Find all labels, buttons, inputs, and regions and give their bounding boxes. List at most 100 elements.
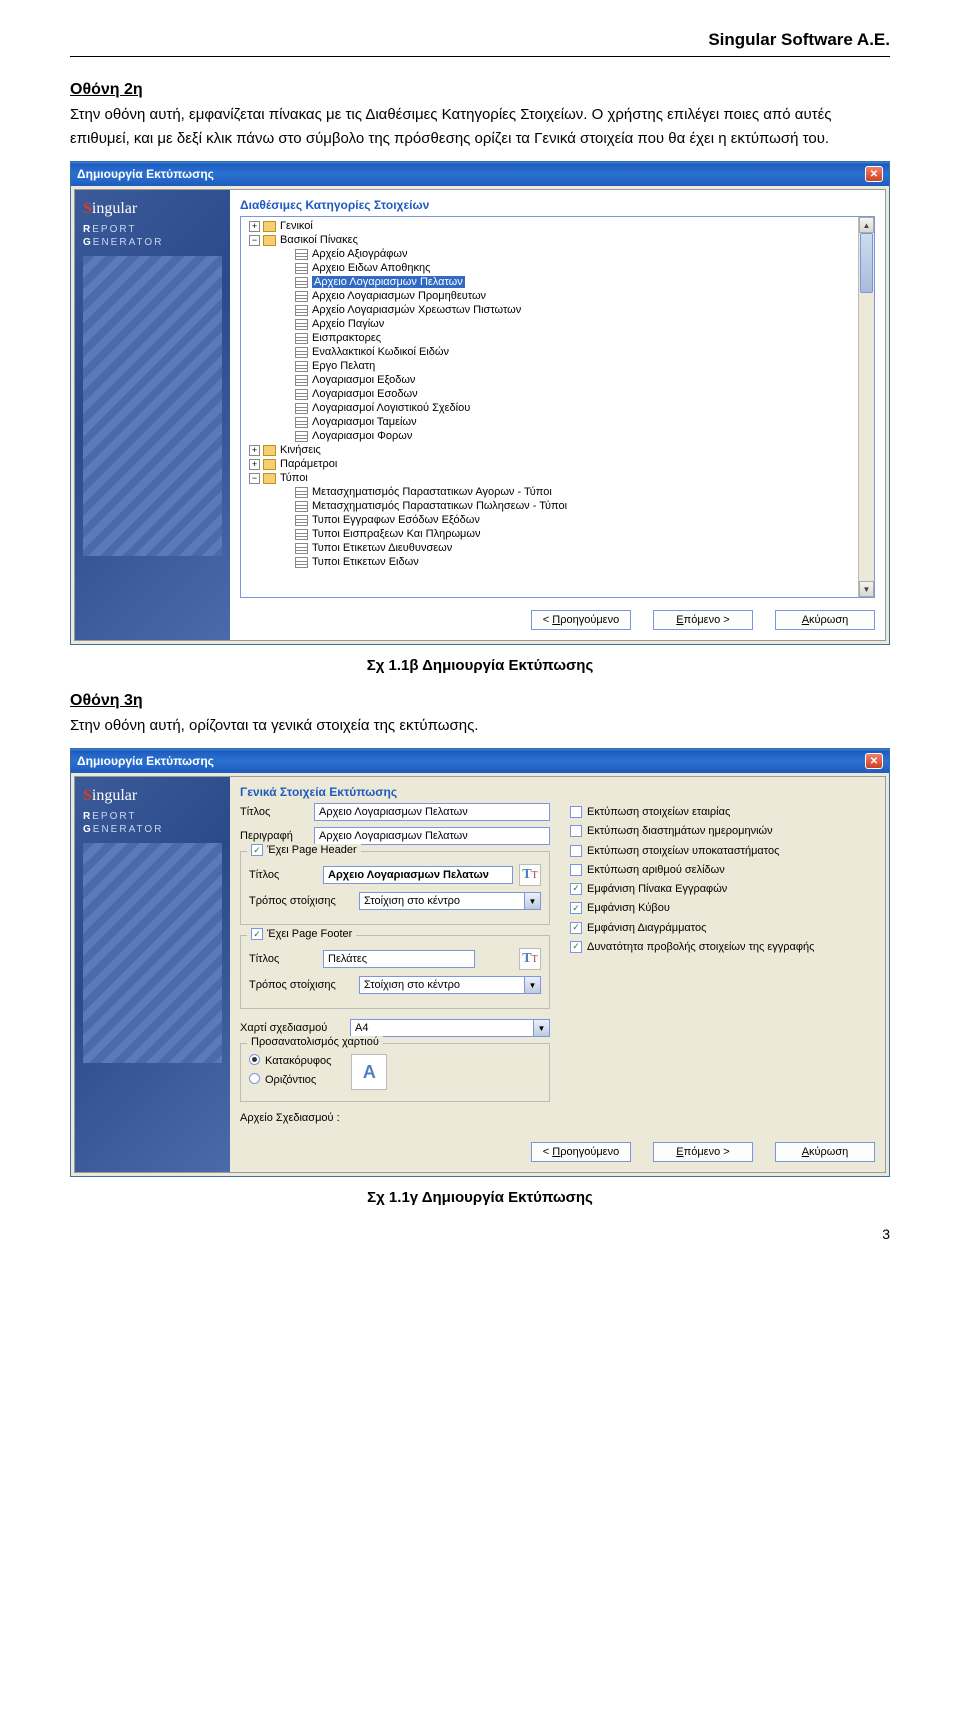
tree-node[interactable]: Λογαριασμοι Εξοδων [241, 373, 858, 387]
page-header-fieldset: ✓Έχει Page Header Τίτλος TT Τρόπος στοίχ… [240, 851, 550, 925]
checkbox[interactable] [570, 864, 582, 876]
folder-icon [263, 235, 276, 246]
tree-node[interactable]: Λογαριασμοι Φορων [241, 429, 858, 443]
tree-node[interactable]: Εναλλακτικοί Κωδικοί Ειδών [241, 345, 858, 359]
tree-node[interactable]: Λογαριασμοί Λογιστικού Σχεδίου [241, 401, 858, 415]
collapse-icon[interactable]: − [249, 235, 260, 246]
tree-node[interactable]: Αρχείο Παγίων [241, 317, 858, 331]
checkbox[interactable]: ✓ [570, 922, 582, 934]
form-heading: Γενικά Στοιχεία Εκτύπωσης [240, 785, 875, 799]
sidebar-graphic [83, 843, 222, 1063]
scrollbar[interactable]: ▲ ▼ [858, 217, 874, 597]
option-row: Εκτύπωση στοιχείων εταιρίας [570, 805, 875, 819]
tree-node[interactable]: Τυποι Εισπραξεων Και Πληρωμων [241, 527, 858, 541]
portrait-radio[interactable] [249, 1054, 260, 1065]
tree-node[interactable]: +Γενικοί [241, 219, 858, 233]
categories-tree[interactable]: +Γενικοί−Βασικοί ΠίνακεςΑρχείο Αξιογράφω… [241, 217, 858, 597]
tree-node[interactable]: Αρχειο Ειδων Αποθηκης [241, 261, 858, 275]
checkbox[interactable] [570, 806, 582, 818]
close-icon[interactable]: ✕ [865, 753, 883, 769]
portrait-label: Κατακόρυφος [265, 1054, 331, 1068]
table-icon [295, 277, 308, 288]
label-description: Περιγραφή [240, 830, 314, 842]
option-row: ✓Εμφάνιση Κύβου [570, 901, 875, 915]
collapse-icon[interactable]: − [249, 473, 260, 484]
tree-node[interactable]: Μετασχηματισμός Παραστατικων Αγορων - Τύ… [241, 485, 858, 499]
tree-node[interactable]: Εργο Πελατη [241, 359, 858, 373]
has-header-checkbox[interactable]: ✓ [251, 844, 263, 856]
landscape-radio[interactable] [249, 1073, 260, 1084]
footer-title-input[interactable] [323, 950, 475, 968]
tree-node-label: Αρχείο Παγίων [312, 318, 384, 330]
checkbox[interactable]: ✓ [570, 902, 582, 914]
has-footer-checkbox[interactable]: ✓ [251, 928, 263, 940]
tree-node[interactable]: −Βασικοί Πίνακες [241, 233, 858, 247]
chevron-down-icon[interactable]: ▼ [525, 976, 541, 994]
option-row: ✓Δυνατότητα προβολής στοιχείων της εγγρα… [570, 940, 875, 954]
tree-node[interactable]: Λογαριασμοι Ταμείων [241, 415, 858, 429]
tree-node[interactable]: Τυποι Ετικετων Ειδων [241, 555, 858, 569]
header-align-combo[interactable] [359, 892, 525, 910]
option-row: ✓ Εμφάνιση Πίνακα Εγγραφών [570, 882, 875, 896]
checkbox[interactable]: ✓ [570, 883, 582, 895]
tree-node-label: Εναλλακτικοί Κωδικοί Ειδών [312, 346, 449, 358]
chevron-down-icon[interactable]: ▼ [534, 1019, 550, 1037]
tree-node[interactable]: + Παράμετροι [241, 457, 858, 471]
cancel-button[interactable]: Ακύρωση [775, 610, 875, 630]
cancel-button[interactable]: Ακύρωση [775, 1142, 875, 1162]
has-footer-label: Έχει Page Footer [267, 928, 352, 940]
font-button[interactable]: TT [519, 864, 541, 886]
expand-icon[interactable]: + [249, 459, 260, 470]
tree-node[interactable]: Αρχείο Λογαριασμών Χρεωστων Πιστωτων [241, 303, 858, 317]
tree-node[interactable]: Εισπρακτορες [241, 331, 858, 345]
tree-node-label: Αρχείο Αξιογράφων [312, 248, 407, 260]
scroll-up-icon[interactable]: ▲ [859, 217, 874, 233]
figure-caption-2: Σχ 1.1γ Δημιουργία Εκτύπωσης [70, 1189, 890, 1206]
tree-node-label: Παράμετροι [280, 458, 337, 470]
tree-node[interactable]: Αρχειο Λογαριασμων Πελατων [241, 275, 858, 289]
checkbox[interactable]: ✓ [570, 941, 582, 953]
table-icon [295, 543, 308, 554]
description-input[interactable] [314, 827, 550, 845]
tree-node-label: Αρχειο Λογαριασμων Προμηθευτων [312, 290, 486, 302]
folder-icon [263, 473, 276, 484]
next-button[interactable]: Επόμενο > [653, 1142, 753, 1162]
title-input[interactable] [314, 803, 550, 821]
chevron-down-icon[interactable]: ▼ [525, 892, 541, 910]
tree-node[interactable]: Μετασχηματισμός Παραστατικων Πωλησεων - … [241, 499, 858, 513]
label-align: Τρόπος στοίχισης [249, 979, 359, 991]
tree-node[interactable]: Αρχειο Λογαριασμων Προμηθευτων [241, 289, 858, 303]
folder-icon [263, 459, 276, 470]
prev-button[interactable]: < Προηγούμενο [531, 610, 631, 630]
tree-node[interactable]: −Τύποι [241, 471, 858, 485]
section2-para: Στην οθόνη αυτή, εμφανίζεται πίνακας με … [70, 103, 890, 151]
scroll-thumb[interactable] [860, 233, 873, 293]
paper-combo[interactable] [350, 1019, 534, 1037]
tree-node[interactable]: Τυποι Ετικετων Διευθυνσεων [241, 541, 858, 555]
footer-align-combo[interactable] [359, 976, 525, 994]
checkbox-label: Εκτύπωση αριθμού σελίδων [587, 863, 725, 877]
checkbox-label: Εμφάνιση Διαγράμματος [587, 921, 706, 935]
table-icon [295, 333, 308, 344]
tree-node[interactable]: Λογαριασμοι Εσοδων [241, 387, 858, 401]
expand-icon[interactable]: + [249, 445, 260, 456]
expand-icon[interactable]: + [249, 221, 260, 232]
tree-node[interactable]: +Κινήσεις [241, 443, 858, 457]
header-title-input[interactable] [323, 866, 513, 884]
checkbox[interactable] [570, 825, 582, 837]
tree-node-label: Εισπρακτορες [312, 332, 381, 344]
tree-node[interactable]: Τυποι Εγγραφων Εσόδων Εξόδων [241, 513, 858, 527]
close-icon[interactable]: ✕ [865, 166, 883, 182]
font-button[interactable]: TT [519, 948, 541, 970]
tree-node[interactable]: Αρχείο Αξιογράφων [241, 247, 858, 261]
checkbox-label: Εμφάνιση Πίνακα Εγγραφών [587, 882, 727, 896]
brand-sub1: REPORT [83, 811, 222, 822]
option-row: Εκτύπωση στοιχείων υποκαταστήματος [570, 844, 875, 858]
prev-button[interactable]: < Προηγούμενο [531, 1142, 631, 1162]
checkbox[interactable] [570, 845, 582, 857]
label-header-title: Τίτλος [249, 869, 323, 881]
section3-title: Οθόνη 3η [70, 692, 890, 710]
table-icon [295, 403, 308, 414]
scroll-down-icon[interactable]: ▼ [859, 581, 874, 597]
next-button[interactable]: Επόμενο > [653, 610, 753, 630]
